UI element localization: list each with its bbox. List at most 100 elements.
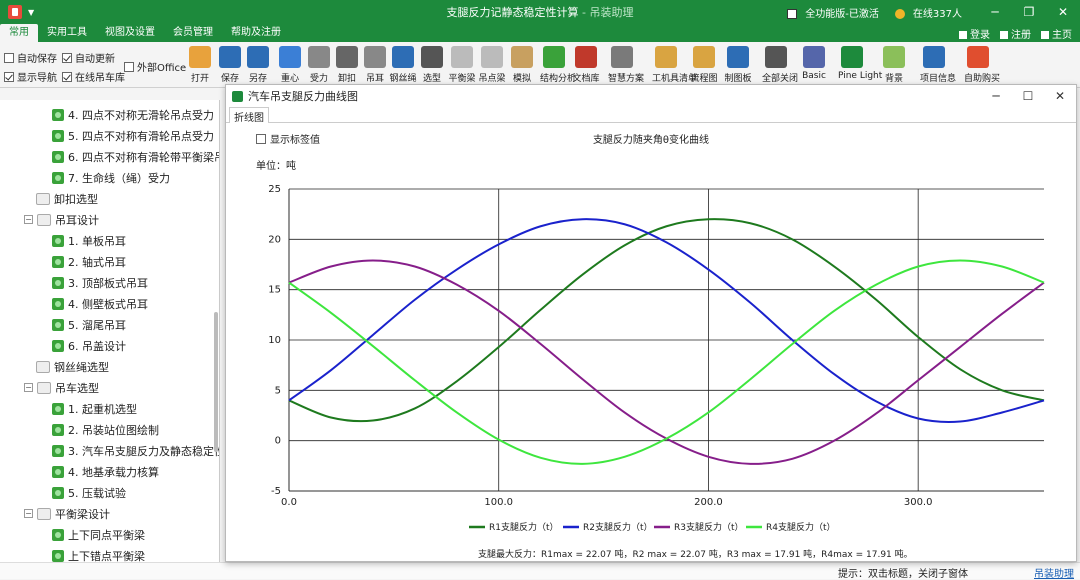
close-window-button[interactable]: ✕ [1046, 0, 1080, 24]
series-line-r4 [288, 259, 1045, 465]
leaf-icon [52, 171, 64, 184]
tree-item[interactable]: 6. 四点不对称有滑轮带平衡梁吊点 [52, 146, 219, 167]
toolbar-button-18[interactable]: 全部关闭 [762, 46, 798, 84]
toolbar-icon-0 [189, 46, 211, 68]
status-assistant-link[interactable]: 吊装助理 [1034, 565, 1074, 580]
child-window-title: 汽车吊支腿反力曲线图 [248, 90, 358, 103]
tree-item[interactable]: 1. 单板吊耳 [52, 230, 126, 251]
restore-window-button[interactable]: ❐ [1012, 0, 1046, 24]
toolbar-button-5[interactable]: 卸扣 [333, 46, 361, 84]
toolbar-button-14[interactable]: 智慧方案 [608, 46, 644, 84]
register-link[interactable]: 注册 [1000, 26, 1031, 41]
online-lib-check[interactable] [62, 71, 72, 82]
minimize-window-button[interactable]: ─ [978, 0, 1012, 24]
app-title-text: 支腿反力记静态稳定性计算 [446, 6, 579, 19]
external-office-check[interactable] [124, 61, 134, 72]
tree-item[interactable]: − 平衡梁设计 [24, 503, 110, 524]
tree-item[interactable]: 2. 吊装站位图绘制 [52, 419, 159, 440]
tree-item[interactable]: 上下错点平衡梁 [52, 545, 145, 562]
group-icon [37, 213, 51, 226]
tree-item[interactable]: 6. 吊盖设计 [52, 335, 126, 356]
toolbar-button-1[interactable]: 保存 [216, 46, 244, 84]
toolbar-icon-5 [336, 46, 358, 68]
tree-item[interactable]: − 吊车选型 [24, 377, 99, 398]
license-text: 全功能版-已激活 [805, 8, 879, 20]
toolbar-button-2[interactable]: 另存 [244, 46, 272, 84]
toolbar-button-21[interactable]: 背景 [880, 46, 908, 84]
tree-item[interactable]: 1. 起重机选型 [52, 398, 137, 419]
tree-item[interactable]: 2. 轴式吊耳 [52, 251, 126, 272]
user-icon [894, 8, 905, 19]
toolbar-button-23[interactable]: 自助购买 [964, 46, 1000, 84]
autoupdate-check[interactable] [62, 52, 72, 63]
tree-item[interactable]: − 吊耳设计 [24, 209, 99, 230]
toolbar-button-6[interactable]: 吊耳 [361, 46, 389, 84]
tree-item-label: 3. 汽车吊支腿反力及静态稳定性 [68, 444, 220, 458]
tree-item[interactable]: 4. 地基承载力核算 [52, 461, 159, 482]
toolbar-button-9[interactable]: 平衡梁 [448, 46, 476, 84]
app-titlebar: ▼ 支腿反力记静态稳定性计算 - 吊装助理 全功能版-已激活 在线337人 ─ … [0, 0, 1080, 24]
tree-item[interactable]: 卸扣选型 [36, 188, 98, 209]
child-minimize-button[interactable]: ─ [980, 85, 1012, 107]
tree-item-label: 上下错点平衡梁 [68, 549, 145, 563]
online-lib-checkbox[interactable]: 在线吊车库 [62, 69, 125, 84]
toolbar-button-20[interactable]: Pine Light [838, 46, 882, 81]
toolbar-button-17[interactable]: 制图板 [724, 46, 752, 84]
tree-item[interactable]: 4. 侧壁板式吊耳 [52, 293, 148, 314]
autoupdate-checkbox[interactable]: 自动更新 [62, 50, 115, 65]
toolbar-button-3[interactable]: 重心 [276, 46, 304, 84]
tree-item[interactable]: 7. 生命线（绳）受力 [52, 167, 170, 188]
autosave-checkbox[interactable]: 自动保存 [4, 50, 57, 65]
tree-item[interactable]: 3. 顶部板式吊耳 [52, 272, 148, 293]
collapse-toggle-icon[interactable]: − [24, 215, 33, 224]
tab-common[interactable]: 常用 [0, 24, 38, 42]
toolbar-button-22[interactable]: 项目信息 [920, 46, 956, 84]
leaf-icon [52, 150, 64, 163]
leaf-icon [52, 318, 64, 331]
tree-item[interactable]: 5. 压载试验 [52, 482, 126, 503]
child-maximize-button[interactable]: ☐ [1012, 85, 1044, 107]
toolbar-button-4[interactable]: 受力 [305, 46, 333, 84]
quick-access-dropdown-icon[interactable]: ▼ [28, 8, 34, 17]
external-office-checkbox[interactable]: 外部Office [124, 59, 186, 74]
collapse-toggle-icon[interactable]: − [24, 383, 33, 392]
autosave-check[interactable] [4, 52, 14, 63]
toolbar-button-13[interactable]: 文档库 [572, 46, 600, 84]
app-logo-icon[interactable] [8, 5, 22, 19]
tab-view-settings[interactable]: 视图及设置 [96, 24, 164, 42]
tree-item-label: 6. 吊盖设计 [68, 339, 126, 353]
tab-help-register[interactable]: 帮助及注册 [222, 24, 290, 42]
tab-membership[interactable]: 会员管理 [164, 24, 222, 42]
toolbar-button-11[interactable]: 模拟 [508, 46, 536, 84]
show-nav-checkbox[interactable]: 显示导航 [4, 69, 57, 84]
toolbar-label: 文档库 [572, 74, 600, 84]
home-link[interactable]: 主页 [1041, 26, 1072, 41]
toolbar-button-7[interactable]: 钢丝绳 [389, 46, 417, 84]
tree-item[interactable]: 3. 汽车吊支腿反力及静态稳定性 [52, 440, 220, 461]
toolbar-button-19[interactable]: Basic [800, 46, 828, 81]
tree-item[interactable]: 上下同点平衡梁 [52, 524, 145, 545]
toolbar-icon-22 [923, 46, 945, 68]
tab-tools[interactable]: 实用工具 [38, 24, 96, 42]
item-icon [36, 360, 50, 373]
toolbar-button-15[interactable]: 工机具清单 [652, 46, 697, 84]
tree-item-label: 吊耳设计 [55, 213, 99, 227]
tree-item-label: 吊车选型 [55, 381, 99, 395]
toolbar-button-12[interactable]: 结构分析 [540, 46, 576, 84]
tree-item[interactable]: 5. 溜尾吊耳 [52, 314, 126, 335]
show-nav-check[interactable] [4, 71, 14, 82]
navigation-tree: 4. 四点不对称无滑轮吊点受力 5. 四点不对称有滑轮吊点受力 6. 四点不对称有滑… [0, 100, 220, 562]
tree-item[interactable]: 5. 四点不对称有滑轮吊点受力 [52, 125, 214, 146]
tree-scrollbar[interactable] [214, 312, 218, 452]
toolbar-button-8[interactable]: 选型 [418, 46, 446, 84]
collapse-toggle-icon[interactable]: − [24, 509, 33, 518]
tree-item-label: 5. 压载试验 [68, 486, 126, 500]
child-close-button[interactable]: ✕ [1044, 85, 1076, 107]
toolbar-button-0[interactable]: 打开 [186, 46, 214, 84]
login-link[interactable]: 登录 [959, 26, 990, 41]
toolbar-button-16[interactable]: 流程图 [690, 46, 718, 84]
tree-item[interactable]: 4. 四点不对称无滑轮吊点受力 [52, 104, 214, 125]
toolbar-button-10[interactable]: 吊点梁 [478, 46, 506, 84]
tree-item[interactable]: 钢丝绳选型 [36, 356, 109, 377]
tab-line-chart[interactable]: 折线图 [229, 107, 269, 124]
